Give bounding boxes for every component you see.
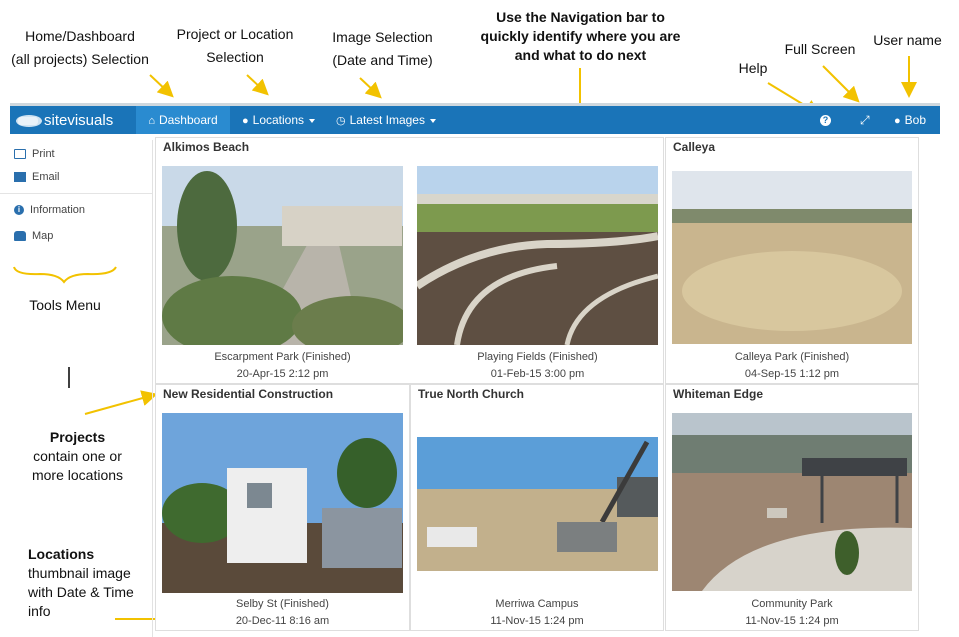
map-label: Map xyxy=(32,230,54,242)
location-thumbnail[interactable] xyxy=(672,413,912,591)
calleya-park-image xyxy=(672,171,912,344)
nav-locations[interactable]: ● Locations xyxy=(242,106,316,134)
home-icon: ⌂ xyxy=(148,115,155,127)
sitevisuals-logo[interactable]: sitevisuals xyxy=(14,109,132,131)
tools-sidebar: Print Email i Information Map xyxy=(0,140,153,637)
help-icon: ? xyxy=(820,115,831,127)
user-icon: ● xyxy=(894,115,901,127)
nav-dashboard-label: Dashboard xyxy=(158,113,218,127)
annotation-nav-line3: and what to do next xyxy=(514,47,647,63)
annotation-nav-line1: Use the Navigation bar to xyxy=(496,9,665,25)
print-label: Print xyxy=(32,148,55,160)
annotation-project-line1: Project or Location xyxy=(176,26,294,42)
location-date: 01-Feb-15 3:00 pm xyxy=(490,368,585,380)
chevron-down-icon xyxy=(429,118,436,123)
location-name[interactable]: Escarpment Park (Finished) xyxy=(162,351,403,363)
map-marker-icon: ● xyxy=(242,115,249,127)
user-name: Bob xyxy=(904,113,927,127)
arrow-project xyxy=(246,74,269,96)
nav-latest-images-label: Latest Images xyxy=(349,113,425,127)
project-title: True North Church xyxy=(418,387,525,401)
email-label: Email xyxy=(32,171,60,183)
location-date: 20-Dec-11 8:16 am xyxy=(235,615,330,627)
annotation-image-line1: Image Selection xyxy=(332,29,433,45)
annotation-navigation: Use the Navigation bar to quickly identi… xyxy=(468,8,693,65)
annotation-username: User name xyxy=(873,32,942,48)
help-button[interactable]: ? xyxy=(820,106,831,134)
project-card: True North Church Merriwa Campus 11-Nov-… xyxy=(410,384,664,631)
location-name[interactable]: Community Park xyxy=(666,598,918,610)
merriwa-campus-image xyxy=(417,437,658,571)
arrow-home xyxy=(149,74,174,98)
envelope-icon xyxy=(14,172,26,183)
location-date: 11-Nov-15 1:24 pm xyxy=(745,615,839,627)
logo-text: sitevisuals xyxy=(44,112,113,129)
escarpment-park-image xyxy=(162,166,403,345)
print-icon xyxy=(14,149,26,160)
community-park-image xyxy=(672,413,912,591)
car-icon xyxy=(14,231,26,242)
location-date: 04-Sep-15 1:12 pm xyxy=(744,368,840,380)
location-name[interactable]: Merriwa Campus xyxy=(411,598,663,610)
project-card: Alkimos Beach Escarpment Park (Finished)… xyxy=(155,137,664,384)
map-button[interactable]: Map xyxy=(14,230,53,242)
project-card: New Residential Construction Selby St (F… xyxy=(155,384,410,631)
location-thumbnail[interactable] xyxy=(417,437,658,571)
project-title: New Residential Construction xyxy=(163,387,334,401)
chevron-down-icon xyxy=(309,118,316,123)
nav-dashboard[interactable]: ⌂ Dashboard xyxy=(136,106,230,134)
annotation-nav-line2: quickly identify where you are xyxy=(480,28,681,44)
navigation-bar: sitevisuals ⌂ Dashboard ● Locations ◷ Lates… xyxy=(10,103,940,134)
info-icon: i xyxy=(14,205,24,216)
print-button[interactable]: Print xyxy=(14,148,55,160)
location-thumbnail[interactable] xyxy=(672,171,912,344)
project-card: Calleya Calleya Park (Finished) 04-Sep-1… xyxy=(665,137,919,384)
location-name[interactable]: Playing Fields (Finished) xyxy=(417,351,658,363)
location-date: 11-Nov-15 1:24 pm xyxy=(490,615,584,627)
divider xyxy=(0,193,152,194)
location-date: 20-Apr-15 2:12 pm xyxy=(236,368,329,380)
annotation-image-line2: (Date and Time) xyxy=(332,52,433,68)
project-card: Whiteman Edge Community Park 11-Nov-15 1… xyxy=(665,384,919,631)
playing-fields-image xyxy=(417,166,658,345)
email-button[interactable]: Email xyxy=(14,171,60,183)
user-menu[interactable]: ● Bob xyxy=(894,106,926,134)
location-name[interactable]: Calleya Park (Finished) xyxy=(666,351,918,363)
annotation-help: Help xyxy=(738,60,768,76)
annotation-home-line2: (all projects) Selection xyxy=(11,51,149,67)
fullscreen-button[interactable]: ⤢ xyxy=(860,106,870,134)
location-thumbnail[interactable] xyxy=(162,413,403,593)
annotation-home-line1: Home/Dashboard xyxy=(25,28,135,44)
project-title: Calleya xyxy=(673,140,716,154)
project-title: Alkimos Beach xyxy=(163,140,250,154)
annotation-home: Home/Dashboard (all projects) Selection xyxy=(0,25,160,71)
nav-latest-images[interactable]: ◷ Latest Images xyxy=(336,106,436,134)
annotation-project: Project or Location Selection xyxy=(160,23,310,69)
arrow-image xyxy=(359,77,382,99)
location-thumbnail[interactable] xyxy=(162,166,403,345)
clock-icon: ◷ xyxy=(336,115,346,127)
information-label: Information xyxy=(30,204,86,216)
fullscreen-icon: ⤢ xyxy=(860,113,870,127)
nav-locations-label: Locations xyxy=(252,113,305,127)
information-button[interactable]: i Information xyxy=(14,204,85,216)
arrow-fullscreen xyxy=(822,65,860,103)
annotation-fullscreen: Full Screen xyxy=(784,41,856,57)
selby-st-image xyxy=(162,413,403,593)
project-title: Whiteman Edge xyxy=(673,387,764,401)
annotation-project-line2: Selection xyxy=(206,49,264,65)
location-name[interactable]: Selby St (Finished) xyxy=(156,598,409,610)
annotation-image: Image Selection (Date and Time) xyxy=(315,26,450,72)
location-thumbnail[interactable] xyxy=(417,166,658,345)
